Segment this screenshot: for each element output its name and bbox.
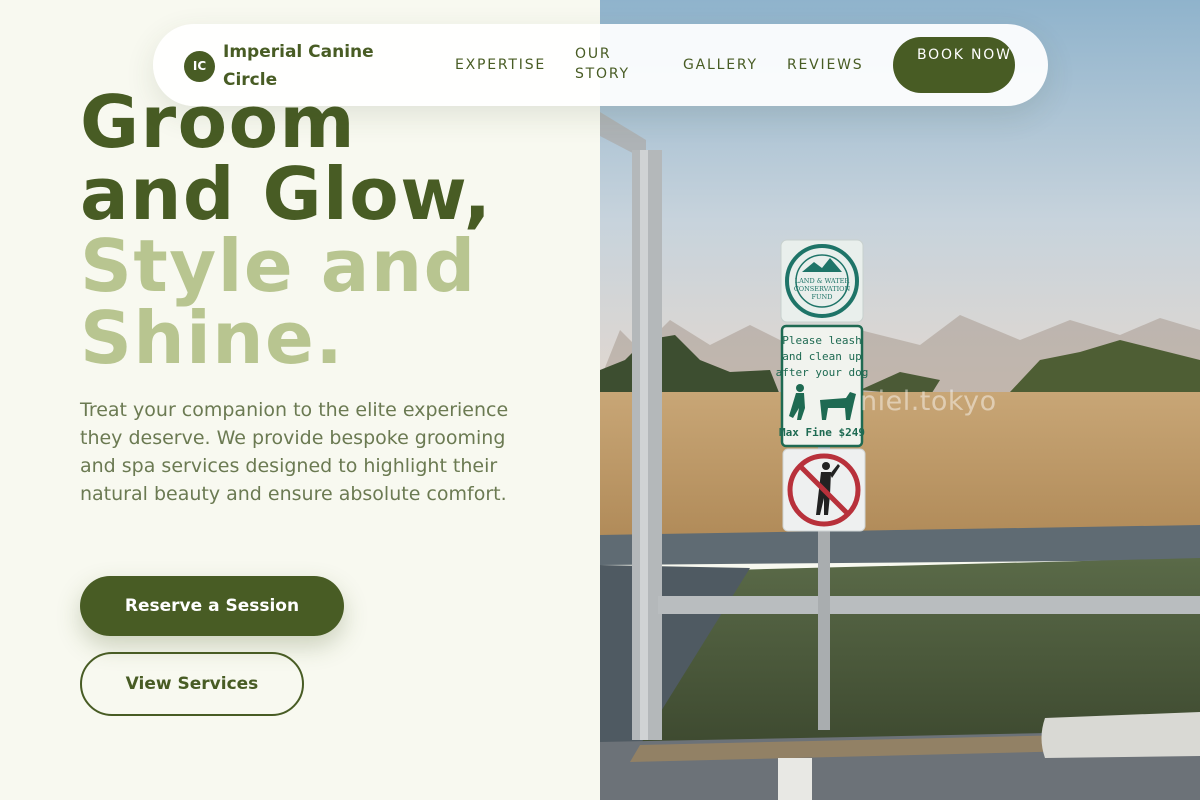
hero-description: Treat your companion to the elite experi…: [80, 399, 509, 505]
leash-sign-text-1: Please leash: [782, 334, 861, 347]
hero-photo: LAND & WATER CONSERVATION FUND Please le…: [600, 0, 1200, 800]
headline-line-3: Style and: [80, 224, 477, 308]
nav-link-reviews[interactable]: REVIEWS: [787, 55, 863, 75]
hero-text-panel: Groom and Glow, Style and Shine. Treat y…: [0, 0, 600, 800]
sign-top-text-1: LAND & WATER: [795, 277, 851, 285]
curb-stop: [1041, 712, 1200, 758]
brand-logo-icon: IC: [184, 50, 215, 82]
photo-watermark: niel.tokyo: [860, 386, 997, 417]
leash-sign-text-2: and clean up: [782, 350, 861, 363]
nav-link-our-story[interactable]: OUR STORY: [575, 44, 665, 84]
headline-line-4: Shine.: [80, 296, 345, 380]
leash-sign-fine: Max Fine $249: [779, 426, 865, 439]
brand-name: Imperial Canine Circle: [223, 42, 374, 90]
top-navbar: IC Imperial Canine Circle EXPERTISE OUR …: [153, 24, 1048, 106]
nav-link-expertise[interactable]: EXPERTISE: [455, 55, 546, 75]
book-now-button[interactable]: BOOK NOW: [893, 37, 1015, 93]
sign-top-text-3: FUND: [812, 293, 833, 301]
leash-sign-text-3: after your dog: [776, 366, 869, 379]
view-services-button[interactable]: View Services: [80, 652, 304, 716]
nav-link-gallery[interactable]: GALLERY: [683, 55, 758, 75]
brand[interactable]: IC Imperial Canine Circle: [184, 38, 423, 94]
reserve-session-button[interactable]: Reserve a Session: [80, 576, 344, 636]
headline-line-2: and Glow,: [80, 152, 493, 236]
curb-marking: [778, 758, 812, 800]
frame-rail: [658, 596, 1200, 614]
sign-top-text-2: CONSERVATION: [794, 285, 851, 293]
hero-headline: Groom and Glow, Style and Shine.: [80, 86, 492, 374]
